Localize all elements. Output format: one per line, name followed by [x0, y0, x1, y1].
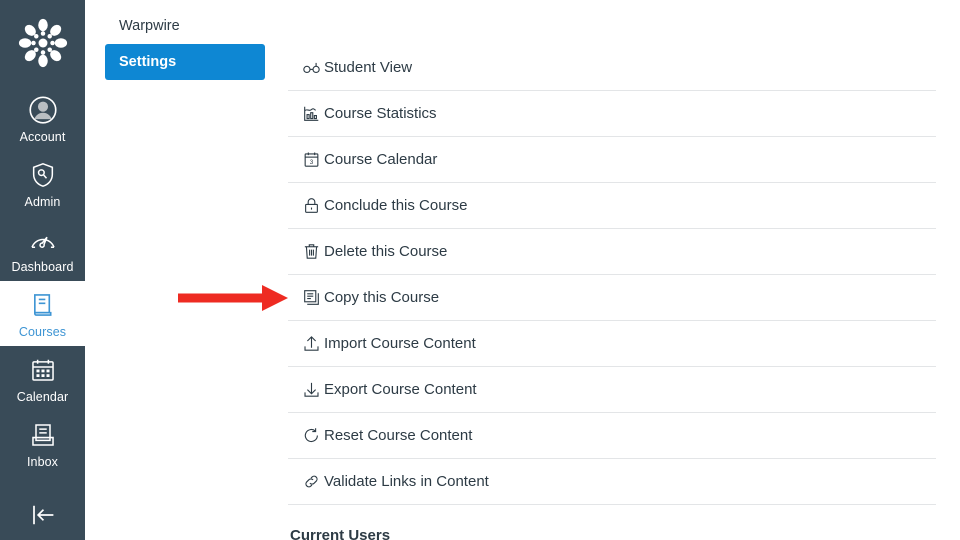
- action-label: Delete this Course: [324, 242, 448, 260]
- action-label: Course Calendar: [324, 150, 438, 168]
- action-delete-course[interactable]: Delete this Course: [288, 229, 936, 275]
- canvas-course-settings-screen: Account Admin Dashboard Courses Calendar…: [0, 0, 960, 540]
- sidebar-item-label: Inbox: [26, 455, 59, 469]
- action-validate-links[interactable]: Validate Links in Content: [288, 459, 936, 505]
- course-nav-item-warpwire[interactable]: Warpwire: [105, 8, 265, 44]
- action-student-view[interactable]: Student View: [288, 45, 936, 91]
- collapse-left-icon: [28, 502, 58, 528]
- lock-icon: [288, 196, 324, 215]
- user-circle-icon: [28, 95, 58, 125]
- trash-icon: [288, 242, 324, 261]
- course-nav-item-settings[interactable]: Settings: [105, 44, 265, 80]
- link-icon: [288, 472, 324, 491]
- glasses-icon: [288, 58, 324, 77]
- sidebar-item-label: Dashboard: [11, 260, 74, 274]
- sidebar-item-label: Admin: [24, 195, 61, 209]
- action-label: Reset Course Content: [324, 426, 473, 444]
- course-navigation-menu: Warpwire Settings: [85, 0, 285, 540]
- inbox-tray-icon: [29, 420, 57, 450]
- action-label: Conclude this Course: [324, 196, 468, 214]
- download-icon: [288, 380, 324, 399]
- action-label: Course Statistics: [324, 104, 437, 122]
- action-label: Import Course Content: [324, 334, 476, 352]
- calendar-icon: [29, 355, 57, 385]
- action-reset-course-content[interactable]: Reset Course Content: [288, 413, 936, 459]
- action-import-course-content[interactable]: Import Course Content: [288, 321, 936, 367]
- speedometer-icon: [29, 225, 57, 255]
- sidebar-item-label: Calendar: [16, 390, 69, 404]
- book-icon: [29, 290, 57, 320]
- canvas-logo[interactable]: [0, 0, 85, 86]
- svg-text:3: 3: [310, 159, 314, 166]
- action-label: Export Course Content: [324, 380, 477, 398]
- copy-icon: [288, 288, 324, 307]
- action-label: Student View: [324, 58, 413, 76]
- action-export-course-content[interactable]: Export Course Content: [288, 367, 936, 413]
- course-settings-action-list: Student View Course Statistics 3 Course …: [288, 45, 936, 505]
- sidebar-item-label: Account: [19, 130, 66, 144]
- bar-chart-icon: [288, 104, 324, 123]
- sidebar-item-account[interactable]: Account: [0, 86, 85, 151]
- action-course-statistics[interactable]: Course Statistics: [288, 91, 936, 137]
- collapse-nav-button[interactable]: [0, 494, 85, 540]
- action-label: Copy this Course: [324, 288, 440, 306]
- upload-icon: [288, 334, 324, 353]
- sidebar-item-label: Courses: [18, 325, 67, 339]
- sidebar-item-admin[interactable]: Admin: [0, 151, 85, 216]
- action-conclude-course[interactable]: Conclude this Course: [288, 183, 936, 229]
- action-label: Validate Links in Content: [324, 472, 489, 490]
- sidebar-item-calendar[interactable]: Calendar: [0, 346, 85, 411]
- sidebar-item-courses[interactable]: Courses: [0, 281, 85, 346]
- action-copy-course[interactable]: Copy this Course: [288, 275, 936, 321]
- action-course-calendar[interactable]: 3 Course Calendar: [288, 137, 936, 183]
- sidebar-item-dashboard[interactable]: Dashboard: [0, 216, 85, 281]
- shield-wrench-icon: [29, 160, 57, 190]
- current-users-heading: Current Users: [290, 527, 391, 540]
- calendar-day-icon: 3: [288, 150, 324, 169]
- global-navigation-sidebar: Account Admin Dashboard Courses Calendar…: [0, 0, 85, 540]
- refresh-icon: [288, 426, 324, 445]
- sidebar-item-inbox[interactable]: Inbox: [0, 411, 85, 476]
